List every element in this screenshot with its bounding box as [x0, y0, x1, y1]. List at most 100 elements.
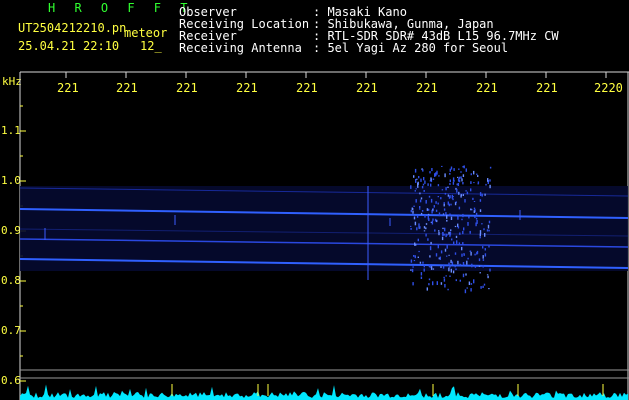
burst-dot: [470, 188, 472, 192]
burst-dot: [458, 242, 461, 245]
x-axis-ticks: [65, 72, 607, 78]
burst-dot: [414, 255, 416, 259]
burst-dot: [429, 171, 431, 174]
burst-dot: [470, 252, 472, 256]
burst-dot: [470, 173, 472, 176]
burst-dot: [475, 222, 477, 227]
burst-dot: [460, 194, 462, 197]
burst-dot: [467, 222, 469, 226]
burst-dot: [446, 255, 448, 257]
burst-dot: [445, 187, 447, 191]
burst-dot: [448, 267, 450, 272]
burst-dot: [430, 266, 433, 270]
burst-dot: [443, 208, 446, 211]
burst-dot: [441, 236, 444, 241]
burst-dot: [479, 272, 481, 274]
burst-dot: [488, 288, 490, 290]
burst-dot: [435, 253, 438, 257]
burst-dot: [463, 165, 465, 169]
burst-dot: [428, 264, 431, 267]
burst-dot: [481, 223, 483, 225]
burst-dot: [463, 254, 465, 256]
burst-dot: [452, 181, 455, 185]
burst-dot: [449, 179, 451, 183]
burst-dot: [430, 241, 432, 245]
burst-dot: [437, 245, 439, 249]
burst-dot: [457, 260, 459, 265]
burst-dot: [466, 287, 468, 289]
burst-dot: [451, 261, 454, 265]
burst-dot: [432, 178, 435, 180]
burst-dot: [419, 192, 421, 195]
burst-dot: [450, 268, 452, 273]
burst-dot: [450, 259, 452, 264]
burst-dot: [435, 201, 437, 204]
burst-dot: [438, 175, 440, 177]
burst-dot: [437, 202, 439, 205]
burst-dot: [420, 197, 423, 200]
burst-dot: [431, 168, 433, 172]
burst-dot: [464, 199, 466, 203]
burst-dot: [413, 205, 415, 207]
burst-dot: [481, 193, 483, 197]
burst-dot: [461, 253, 463, 257]
burst-dot: [476, 173, 478, 175]
burst-dot: [428, 195, 431, 198]
burst-dot: [432, 218, 434, 221]
burst-dot: [422, 261, 424, 264]
burst-dot: [476, 252, 478, 255]
burst-dot: [462, 262, 465, 264]
burst-dot: [488, 245, 490, 248]
burst-dot: [433, 205, 435, 208]
burst-dot: [456, 240, 458, 244]
burst-dot: [417, 181, 419, 185]
burst-dot: [469, 250, 471, 252]
burst-dot: [451, 238, 453, 241]
burst-dot: [447, 186, 449, 188]
burst-dot: [460, 176, 462, 179]
burst-dot: [477, 175, 479, 177]
burst-dot: [470, 181, 472, 184]
burst-dot: [445, 275, 447, 277]
burst-dot: [427, 238, 429, 241]
burst-dot: [474, 265, 477, 268]
burst-dot: [416, 227, 418, 231]
burst-dot: [427, 215, 429, 220]
bottom-noise-trace: [20, 384, 628, 400]
burst-dot: [414, 168, 417, 173]
burst-dot: [449, 265, 451, 268]
burst-dot: [429, 246, 432, 251]
burst-dot: [425, 227, 427, 230]
burst-dot: [449, 231, 452, 236]
burst-dot: [419, 208, 421, 210]
burst-dot: [453, 179, 455, 182]
burst-dot: [458, 176, 461, 180]
burst-dot: [430, 177, 432, 181]
burst-dot: [450, 229, 452, 231]
burst-dot: [412, 266, 414, 268]
burst-dot: [432, 281, 434, 286]
burst-dot: [463, 264, 465, 266]
burst-dot: [479, 236, 481, 239]
burst-dot: [448, 231, 450, 235]
burst-dot: [482, 285, 484, 288]
burst-dot: [417, 238, 419, 242]
burst-dot: [450, 216, 453, 220]
burst-dot: [456, 188, 458, 193]
burst-dot: [473, 279, 475, 284]
burst-dot: [430, 198, 433, 203]
burst-dot: [473, 210, 475, 213]
burst-dot: [477, 181, 480, 184]
burst-dot: [430, 183, 432, 187]
burst-dot: [470, 288, 472, 292]
burst-dot: [410, 269, 412, 271]
burst-dot: [423, 190, 425, 192]
burst-dot: [440, 250, 443, 254]
burst-dot: [450, 203, 452, 206]
burst-dot: [461, 246, 463, 251]
burst-dot: [419, 261, 422, 264]
burst-dot: [444, 227, 446, 232]
burst-dot: [462, 194, 464, 196]
burst-dot: [459, 232, 461, 235]
burst-dot: [459, 279, 461, 282]
